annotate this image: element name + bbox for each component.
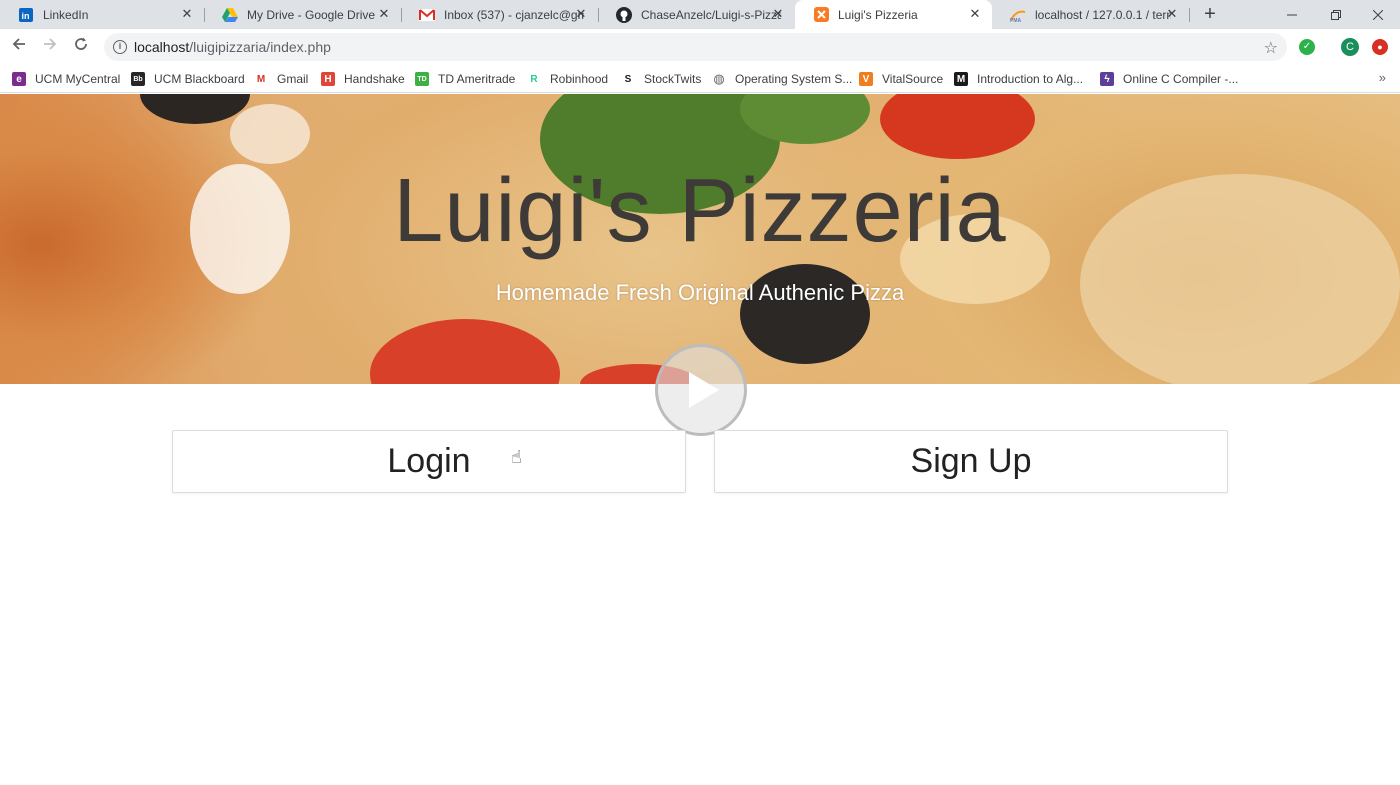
tab-google-drive[interactable]: My Drive - Google Drive ✕ [204,0,402,29]
tomato-slice [370,319,560,384]
globe-icon: ◍ [712,71,726,86]
site-tagline: Homemade Fresh Original Authenic Pizza [495,280,905,305]
bookmark-robinhood[interactable]: R Robinhood [527,70,608,88]
login-button[interactable]: Login [172,430,686,493]
tab-luigis-pizzeria[interactable]: Luigi's Pizzeria ✕ [795,0,992,29]
back-button[interactable] [7,35,31,59]
vitalsource-icon: V [859,72,873,86]
minimize-icon [1287,14,1297,15]
bookmark-label: UCM Blackboard [154,72,245,86]
tab-title: localhost / 127.0.0.1 / term [1035,7,1171,22]
bookmarks-bar: e UCM MyCentral Bb UCM Blackboard M Gmai… [0,65,1400,93]
linkedin-icon: in [18,7,34,23]
hero-banner: Luigi's Pizzeria Homemade Fresh Original… [0,94,1400,384]
bookmark-label: VitalSource [882,72,944,86]
extension-check-icon[interactable]: ✓ [1299,39,1315,55]
restore-icon [1331,9,1341,20]
blackboard-icon: Bb [131,72,145,86]
bookmark-label: Operating System S... [735,72,853,86]
close-icon [1373,9,1383,20]
bookmark-label: TD Ameritrade [438,72,516,86]
phpmyadmin-icon: PMA [1010,7,1026,23]
reload-button[interactable] [69,35,93,59]
cheese-blob [230,104,310,164]
close-tab-icon[interactable]: ✕ [771,7,785,21]
tab-title: ChaseAnzelc/Luigi-s-Pizzar [641,7,781,22]
bookmark-gmail[interactable]: M Gmail [254,70,308,88]
tab-github[interactable]: ChaseAnzelc/Luigi-s-Pizzar ✕ [598,0,795,29]
bookmark-label: StockTwits [644,72,702,86]
close-tab-icon[interactable]: ✕ [968,7,982,21]
url-path: /luigipizzaria/index.php [189,39,331,55]
close-tab-icon[interactable]: ✕ [574,7,588,21]
more-bookmarks-button[interactable]: » [1379,70,1386,85]
tab-linkedin[interactable]: in LinkedIn ✕ [0,0,205,29]
bookmark-vitalsource[interactable]: V VitalSource [859,70,943,88]
page-content: Luigi's Pizzeria Homemade Fresh Original… [0,94,1400,785]
url-text[interactable]: localhost/luigipizzaria/index.php [134,33,331,61]
tomato-slice [880,94,1035,159]
play-button[interactable] [655,344,747,436]
bookmark-ucm-blackboard[interactable]: Bb UCM Blackboard [131,70,245,88]
browser-toolbar: i localhost/luigipizzaria/index.php ☆ ✓ … [0,29,1400,65]
restore-button[interactable] [1314,0,1358,29]
url-host: localhost [134,39,190,55]
tab-phpmyadmin[interactable]: PMA localhost / 127.0.0.1 / term ✕ [992,0,1190,29]
site-title: Luigi's Pizzeria [393,161,1007,261]
gmail-icon: M [254,72,268,86]
forward-button[interactable] [38,35,62,59]
close-window-button[interactable] [1356,0,1400,29]
compiler-icon: ϟ [1100,72,1114,86]
bookmark-label: Online C Compiler -... [1123,72,1239,86]
bookmark-operating-system[interactable]: ◍ Operating System S... [712,70,852,88]
mit-icon: M [954,72,968,86]
close-tab-icon[interactable]: ✕ [377,7,391,21]
svg-text:in: in [22,11,30,21]
bookmark-label: Introduction to Alg... [977,72,1084,86]
minimize-button[interactable] [1270,0,1314,29]
bookmark-online-c-compiler[interactable]: ϟ Online C Compiler -... [1100,70,1238,88]
bookmark-stocktwits[interactable]: S StockTwits [621,70,701,88]
gmail-icon [419,7,435,23]
bookmark-ucm-mycentral[interactable]: e UCM MyCentral [12,70,120,88]
bookmark-td-ameritrade[interactable]: TD TD Ameritrade [415,70,515,88]
reload-icon [75,37,87,50]
close-tab-icon[interactable]: ✕ [1165,7,1179,21]
bookmark-label: Robinhood [550,72,609,86]
bookmark-handshake[interactable]: H Handshake [321,70,405,88]
tab-separator [1189,8,1190,22]
td-ameritrade-icon: TD [415,72,429,86]
tab-title: Inbox (537) - cjanzelc@gm [444,7,584,22]
new-tab-button[interactable]: + [1199,4,1221,26]
back-arrow-icon [12,38,25,50]
olive-shape [740,264,870,364]
info-icon[interactable]: i [113,40,127,54]
address-bar[interactable]: i localhost/luigipizzaria/index.php ☆ [104,33,1287,61]
ucm-mycentral-icon: e [12,72,26,86]
bookmark-star-icon[interactable]: ☆ [1264,38,1278,58]
bookmark-introduction-to-alg[interactable]: M Introduction to Alg... [954,70,1083,88]
google-drive-icon [222,7,238,23]
close-tab-icon[interactable]: ✕ [180,7,194,21]
bookmark-label: Gmail [277,72,309,86]
stocktwits-icon: S [621,72,635,86]
tab-inbox[interactable]: Inbox (537) - cjanzelc@gm ✕ [401,0,599,29]
extension-ublock-icon[interactable]: ● [1372,39,1388,55]
tab-strip: in LinkedIn ✕ My Drive - Google Drive ✕ … [0,0,1400,29]
robinhood-icon: R [527,72,541,86]
bookmark-label: UCM MyCentral [35,72,121,86]
handshake-icon: H [321,72,335,86]
play-icon [689,372,719,408]
svg-text:PMA: PMA [1010,18,1022,22]
signup-button[interactable]: Sign Up [714,430,1228,493]
hand-cursor-icon: ☝ [511,447,522,467]
profile-avatar[interactable]: C [1341,38,1359,56]
xampp-icon [813,7,829,23]
bookmark-label: Handshake [344,72,405,86]
github-icon [616,6,632,23]
forward-arrow-icon [44,38,57,50]
